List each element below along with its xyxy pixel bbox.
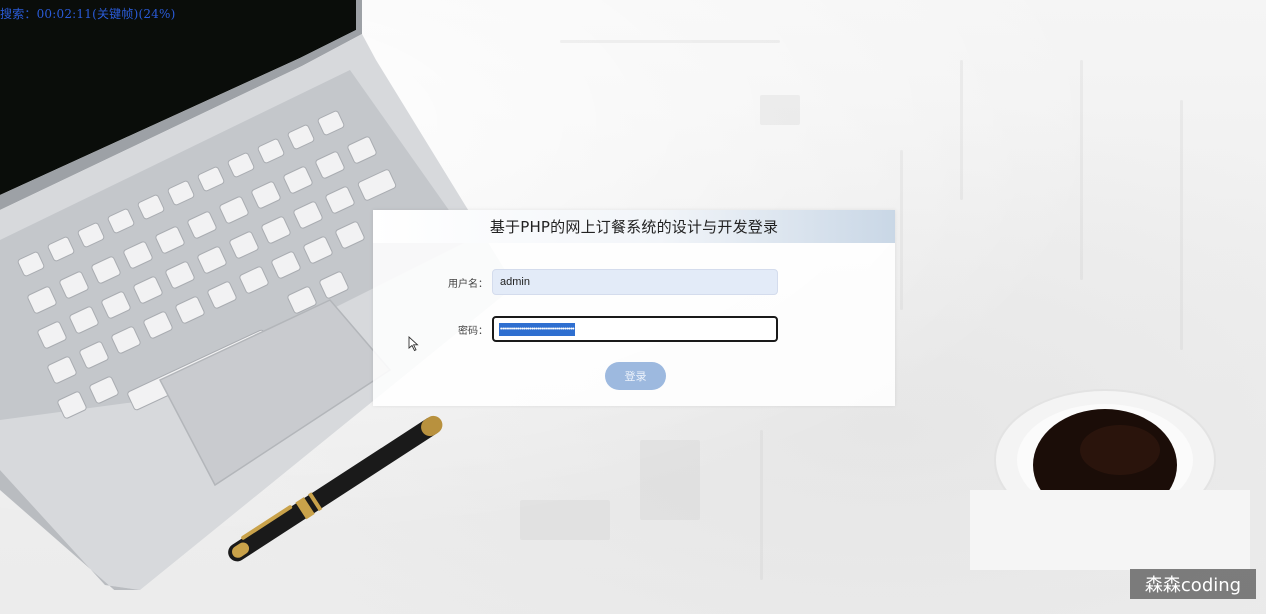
background-texture <box>960 60 963 200</box>
password-label: 密码： <box>458 326 488 337</box>
pen-image <box>228 415 443 562</box>
background-texture <box>560 40 780 43</box>
password-input[interactable]: •••••••••••••••••••••••••••••••••••••• <box>492 316 778 342</box>
username-input[interactable] <box>492 269 778 295</box>
background-texture <box>640 440 700 520</box>
background-texture <box>760 95 800 125</box>
login-header: 基于PHP的网上订餐系统的设计与开发登录 <box>373 210 895 243</box>
watermark: 森森coding <box>1130 569 1256 599</box>
video-search-status: 搜索：00:02:11(关键帧)(24%) <box>0 7 176 21</box>
background-texture <box>760 430 763 580</box>
login-title: 基于PHP的网上订餐系统的设计与开发登录 <box>489 218 779 236</box>
password-row: 密码： ••••••••••••••••••••••••••••••••••••… <box>373 316 895 342</box>
background-texture <box>1080 60 1083 280</box>
background-texture <box>1180 100 1183 350</box>
username-label: 用户名： <box>448 279 488 290</box>
mouse-pointer-icon <box>408 336 419 352</box>
coffee-cup-image <box>970 389 1250 570</box>
desktop-background: 搜索：00:02:11(关键帧)(24%) 基于PHP的网上订餐系统的设计与开发… <box>0 0 1266 614</box>
login-panel: 基于PHP的网上订餐系统的设计与开发登录 用户名： 密码： ••••••••••… <box>373 210 895 406</box>
background-texture <box>520 500 610 540</box>
username-row: 用户名： <box>373 269 895 295</box>
password-selected-text: •••••••••••••••••••••••••••••••••••••• <box>499 322 576 336</box>
login-button[interactable]: 登录 <box>605 362 666 390</box>
background-texture <box>900 150 903 310</box>
